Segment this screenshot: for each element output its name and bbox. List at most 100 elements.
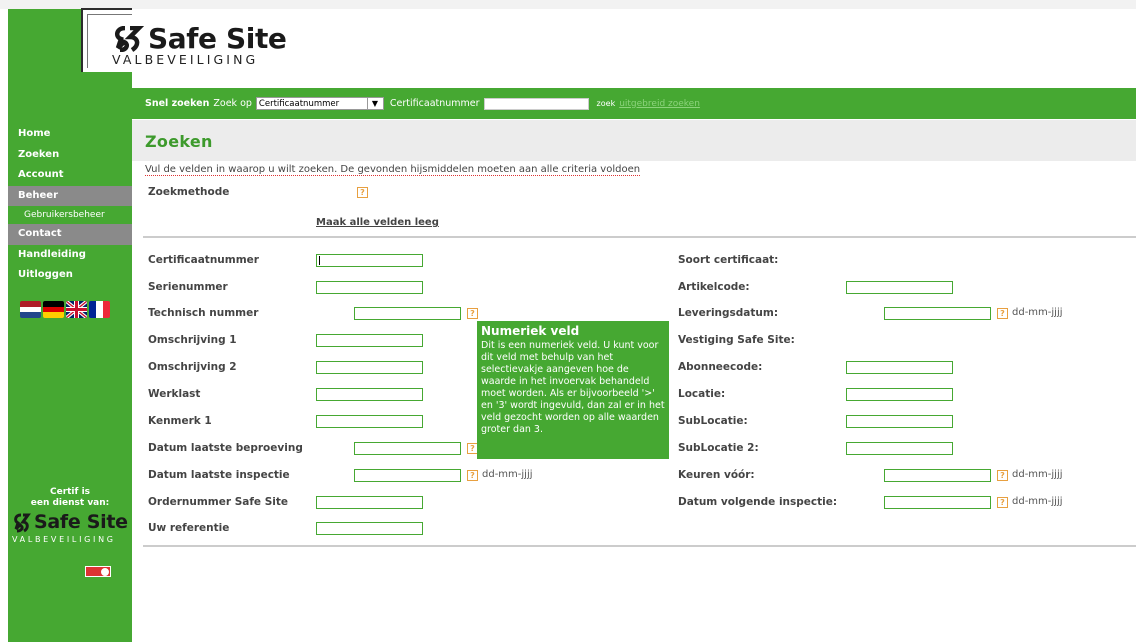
search-by-value: Certificaatnummer [258, 98, 340, 109]
french-flag-icon[interactable] [89, 301, 110, 318]
clear-fields-link[interactable]: Maak alle velden leeg [316, 217, 439, 228]
label-vestiging-safe-site: Vestiging Safe Site: [678, 334, 795, 346]
label-artikelcode: Artikelcode: [678, 281, 750, 293]
help-icon[interactable]: ? [997, 470, 1008, 481]
werklast-input[interactable] [316, 388, 423, 401]
page-title: Zoeken [145, 132, 213, 151]
top-strip [0, 0, 1136, 9]
label-serienummer: Serienummer [148, 281, 228, 293]
advanced-search-link[interactable]: uitgebreid zoeken [619, 99, 700, 109]
divider-top [143, 236, 1136, 238]
datum-volgende-inspectie-input[interactable] [884, 496, 991, 509]
label-abonneecode: Abonneecode: [678, 361, 763, 373]
date-format-hint: dd-mm-jjjj [1012, 496, 1063, 507]
nav-home[interactable]: Home [8, 124, 132, 145]
intro-text: Vul de velden in waarop u wilt zoeken. D… [145, 164, 641, 176]
nav-zoeken[interactable]: Zoeken [8, 145, 132, 166]
quick-search-button[interactable]: zoek [597, 99, 616, 108]
label-sublocatie-2: SubLocatie 2: [678, 442, 759, 454]
leveringsdatum-input[interactable] [884, 307, 991, 320]
help-icon[interactable]: ? [997, 497, 1008, 508]
label-ordernummer-safe-site: Ordernummer Safe Site [148, 496, 289, 508]
dutch-flag-icon[interactable] [20, 301, 41, 318]
sidebar: Home Zoeken Account Beheer Gebruikersbeh… [8, 9, 132, 642]
serienummer-input[interactable] [316, 281, 423, 294]
help-icon[interactable]: ? [467, 470, 478, 481]
sublocatie-2-input[interactable] [846, 442, 953, 455]
date-format-hint: dd-mm-jjjj [1012, 307, 1063, 318]
page-header: Zoeken [132, 120, 1136, 161]
uw-referentie-input[interactable] [316, 522, 423, 535]
label-datum-laatste-inspectie: Datum laatste inspectie [148, 469, 290, 481]
safe-site-mark-icon [14, 513, 31, 533]
label-omschrijving-1: Omschrijving 1 [148, 334, 237, 346]
safe-site-mark-icon [115, 26, 144, 52]
technisch-nummer-input[interactable] [354, 307, 461, 320]
datum-laatste-beproeving-input[interactable] [354, 442, 461, 455]
artikelcode-input[interactable] [846, 281, 953, 294]
sublocatie-input[interactable] [846, 415, 953, 428]
label-omschrijving-2: Omschrijving 2 [148, 361, 237, 373]
search-by-select[interactable]: Certificaatnummer ▼ [255, 97, 384, 110]
nav-beheer[interactable]: Beheer [8, 185, 132, 206]
language-flags [20, 301, 110, 318]
abonneecode-input[interactable] [846, 361, 953, 374]
keuren-voor-input[interactable] [884, 469, 991, 482]
kenmerk-1-input[interactable] [316, 415, 423, 428]
date-format-hint: dd-mm-jjjj [1012, 469, 1063, 480]
quick-search-field-label: Certificaatnummer [389, 98, 480, 109]
quick-search-bar: Snel zoeken Zoek op Certificaatnummer ▼ … [132, 88, 1136, 119]
german-flag-icon[interactable] [43, 301, 64, 318]
locatie-input[interactable] [846, 388, 953, 401]
label-soort-certificaat: Soort certificaat: [678, 254, 779, 266]
label-keuren-voor: Keuren vóór: [678, 469, 755, 481]
date-format-hint: dd-mm-jjjj [482, 469, 533, 480]
label-datum-laatste-beproeving: Datum laatste beproeving [148, 442, 303, 454]
search-by-label: Zoek op [213, 98, 252, 109]
nav-handleiding[interactable]: Handleiding [8, 245, 132, 266]
ordernummer-safe-site-input[interactable] [316, 496, 423, 509]
nav-uitloggen[interactable]: Uitloggen [8, 265, 132, 286]
help-icon[interactable]: ? [467, 308, 478, 319]
quick-search-title: Snel zoeken [145, 98, 210, 109]
datum-laatste-inspectie-input[interactable] [354, 469, 461, 482]
label-kenmerk-1: Kenmerk 1 [148, 415, 212, 427]
certificaatnummer-input[interactable] [316, 254, 423, 267]
label-uw-referentie: Uw referentie [148, 522, 230, 534]
nav-account[interactable]: Account [8, 165, 132, 186]
label-technisch-nummer: Technisch nummer [148, 307, 259, 319]
divider-bottom [143, 545, 1136, 547]
service-credit: Certif is een dienst van: [8, 487, 132, 509]
quick-search-input[interactable] [483, 97, 589, 110]
sidebar-nav: Home Zoeken Account Beheer Gebruikersbeh… [8, 124, 132, 286]
nav-contact[interactable]: Contact [8, 224, 132, 245]
logo-name: Safe Site [148, 22, 287, 55]
chevron-down-icon[interactable]: ▼ [366, 98, 382, 109]
sidebar-logo-tagline: VALBEVEILIGING [12, 535, 116, 544]
label-leveringsdatum: Leveringsdatum: [678, 307, 779, 319]
service-credit-line2: een dienst van: [30, 498, 110, 508]
uk-flag-icon[interactable] [66, 301, 87, 318]
tooltip-title: Numeriek veld [481, 324, 580, 338]
header-logo[interactable]: Safe Site VALBEVEILIGING [112, 22, 312, 72]
logo-tagline: VALBEVEILIGING [112, 52, 259, 67]
omschrijving-2-input[interactable] [316, 361, 423, 374]
label-locatie: Locatie: [678, 388, 726, 400]
help-icon[interactable]: ? [997, 308, 1008, 319]
partner-logo[interactable] [85, 566, 111, 577]
label-certificaatnummer: Certificaatnummer [148, 254, 259, 266]
service-credit-line1: Certif is [49, 487, 91, 497]
nav-gebruikersbeheer[interactable]: Gebruikersbeheer [8, 206, 132, 224]
label-datum-volgende-inspectie: Datum volgende inspectie: [678, 496, 838, 508]
sidebar-logo-name: Safe Site [34, 511, 128, 533]
label-sublocatie: SubLocatie: [678, 415, 748, 427]
help-icon[interactable]: ? [357, 187, 368, 198]
search-method-label: Zoekmethode [148, 186, 230, 198]
sidebar-logo: Safe Site VALBEVEILIGING [12, 511, 132, 547]
omschrijving-1-input[interactable] [316, 334, 423, 347]
tooltip-body: Dit is een numeriek veld. U kunt voor di… [481, 340, 665, 435]
intro-text-content: Vul de velden in waarop u wilt zoeken. D… [145, 164, 641, 176]
text-cursor [319, 256, 320, 265]
numeric-field-tooltip: Numeriek veld Dit is een numeriek veld. … [477, 321, 669, 459]
label-werklast: Werklast [148, 388, 201, 400]
